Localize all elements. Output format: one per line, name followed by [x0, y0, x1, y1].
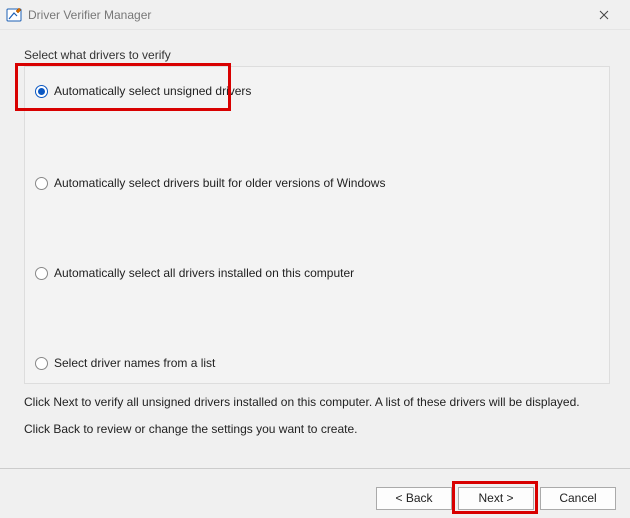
option-unsigned-drivers[interactable]: Automatically select unsigned drivers	[35, 81, 599, 101]
footer: < Back Next > Cancel	[0, 469, 630, 510]
content-area: Select what drivers to verify Automatica…	[0, 30, 630, 438]
next-button[interactable]: Next >	[458, 487, 534, 510]
option-all-drivers[interactable]: Automatically select all drivers install…	[35, 263, 599, 283]
close-button[interactable]	[584, 1, 624, 29]
radio-icon	[35, 267, 48, 280]
back-button[interactable]: < Back	[376, 487, 452, 510]
titlebar: Driver Verifier Manager	[0, 0, 630, 30]
option-group: Automatically select unsigned drivers Au…	[24, 66, 610, 384]
description-line: Click Next to verify all unsigned driver…	[24, 394, 610, 411]
radio-icon	[35, 85, 48, 98]
option-label: Automatically select all drivers install…	[54, 266, 354, 280]
close-icon	[599, 10, 609, 20]
radio-icon	[35, 177, 48, 190]
option-label: Automatically select drivers built for o…	[54, 176, 385, 190]
description-block: Click Next to verify all unsigned driver…	[24, 394, 610, 438]
description-line: Click Back to review or change the setti…	[24, 421, 610, 438]
option-older-versions[interactable]: Automatically select drivers built for o…	[35, 173, 599, 193]
cancel-button[interactable]: Cancel	[540, 487, 616, 510]
option-label: Select driver names from a list	[54, 356, 215, 370]
window-title: Driver Verifier Manager	[28, 8, 584, 22]
page-prompt: Select what drivers to verify	[24, 48, 610, 62]
option-names-from-list[interactable]: Select driver names from a list	[35, 353, 599, 373]
radio-icon	[35, 357, 48, 370]
app-icon	[6, 7, 22, 23]
option-label: Automatically select unsigned drivers	[54, 84, 251, 98]
